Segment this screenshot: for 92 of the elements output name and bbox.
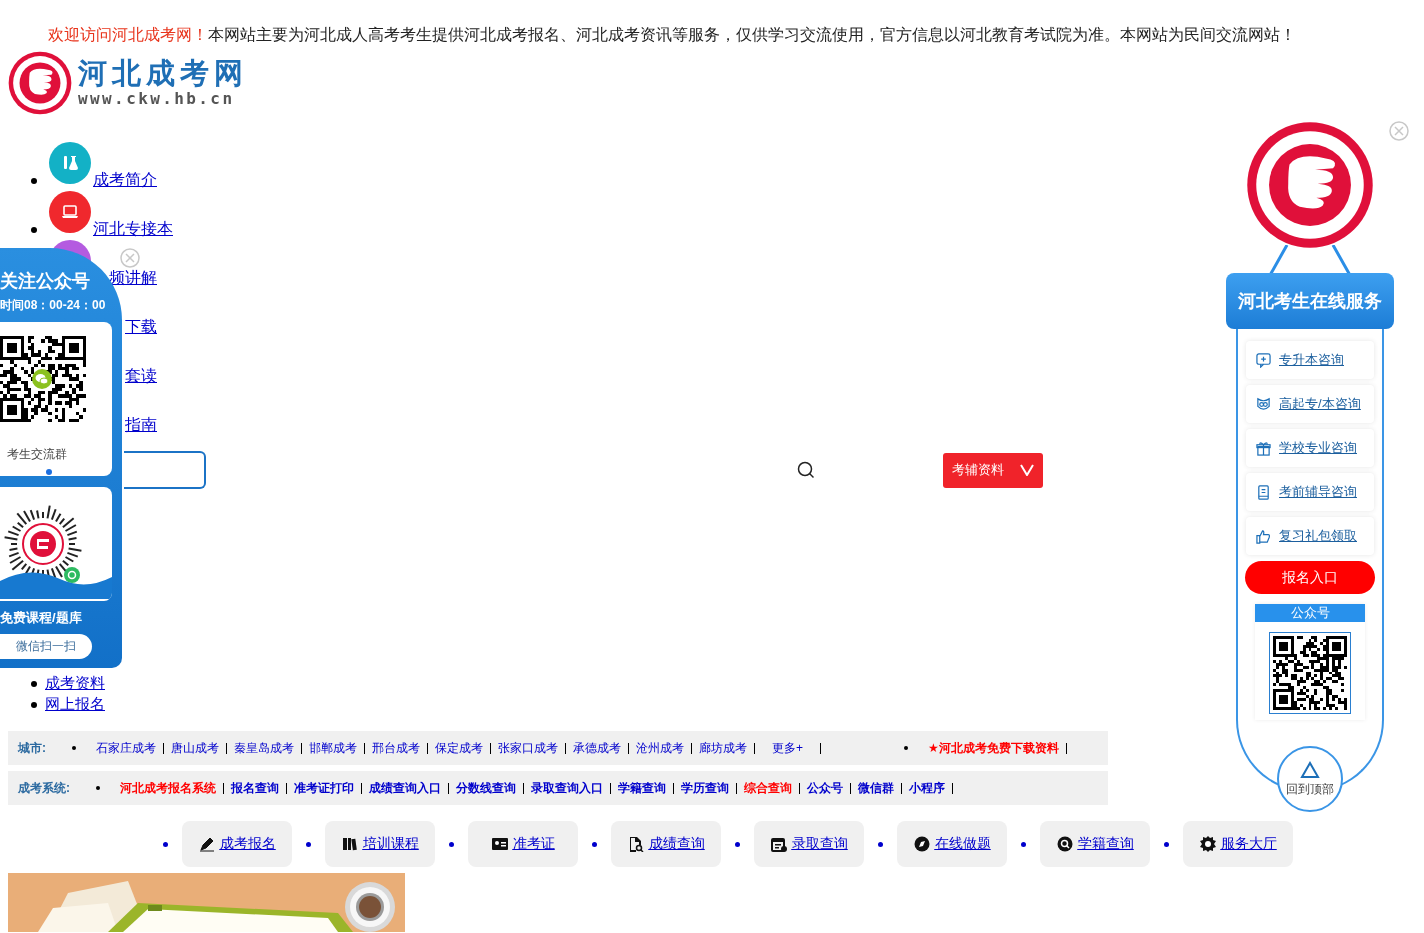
- materials-dropdown-button[interactable]: 考辅资料: [943, 452, 1043, 488]
- bullet-dot: [592, 841, 597, 847]
- city-link[interactable]: 沧州成考: [636, 739, 684, 757]
- system-link[interactable]: 河北成考报名系统: [120, 779, 216, 797]
- chevron-down-icon: [1020, 464, 1034, 476]
- bullet-dot: [31, 701, 37, 708]
- quick-link-button[interactable]: 成绩查询: [611, 821, 721, 867]
- chat-plus-icon: [1256, 352, 1271, 368]
- nav-link[interactable]: 河北专接本: [93, 219, 173, 239]
- emblem-icon: [1246, 121, 1374, 249]
- bullet-dot: [449, 841, 454, 847]
- pen-icon: [198, 836, 215, 852]
- site-title: 河北成考网: [78, 57, 248, 89]
- city-link[interactable]: 石家庄成考: [96, 739, 156, 757]
- quick-link-button[interactable]: 成考报名: [182, 821, 292, 867]
- nav-link[interactable]: 频讲解: [109, 268, 157, 288]
- bullet-dot: [306, 841, 311, 847]
- system-link[interactable]: 报名查询: [231, 779, 279, 797]
- service-link[interactable]: 学校专业咨询: [1246, 429, 1374, 467]
- nav-link[interactable]: 网上报名: [45, 695, 105, 714]
- signup-button[interactable]: 报名入口: [1245, 561, 1375, 594]
- more-link[interactable]: 更多+: [772, 739, 803, 757]
- compass-icon: [913, 836, 930, 852]
- city-link[interactable]: 邯郸成考: [309, 739, 357, 757]
- bullet-dot: [1021, 841, 1026, 847]
- system-link[interactable]: 小程序: [909, 779, 945, 797]
- calendar-icon: [770, 836, 787, 852]
- gear-icon: [1199, 836, 1216, 852]
- nav-link[interactable]: 成考资料: [45, 674, 105, 693]
- book-icon: [341, 836, 358, 852]
- nav-link[interactable]: 套读: [125, 366, 157, 386]
- system-link[interactable]: 学历查询: [681, 779, 729, 797]
- city-link[interactable]: 秦皇岛成考: [234, 739, 294, 757]
- back-to-top-button[interactable]: 回到顶部: [1277, 746, 1343, 812]
- service-link[interactable]: 专升本咨询: [1246, 341, 1374, 379]
- thumbs-up-icon: [1256, 528, 1271, 544]
- quick-link-button[interactable]: 服务大厅: [1183, 821, 1293, 867]
- bar-label: 城市:: [18, 739, 46, 757]
- triangle-icon: [1300, 760, 1320, 779]
- quick-link-button[interactable]: 培训课程: [325, 821, 435, 867]
- carousel-dot: [46, 469, 52, 475]
- system-link[interactable]: 分数线查询: [456, 779, 516, 797]
- system-link[interactable]: 学籍查询: [618, 779, 666, 797]
- panel-title: 河北考生在线服务: [1238, 290, 1382, 313]
- bar-label: 成考系统:: [18, 779, 70, 797]
- system-link[interactable]: 录取查询入口: [531, 779, 603, 797]
- system-link[interactable]: 微信群: [858, 779, 894, 797]
- qr-title: 公众号: [1255, 604, 1365, 622]
- owl-icon: [1256, 396, 1271, 412]
- book-icon: [1256, 484, 1271, 500]
- bullet-dot: [904, 746, 908, 750]
- bullet-dot: [878, 841, 883, 847]
- search-icon[interactable]: [797, 461, 815, 479]
- city-link[interactable]: 邢台成考: [372, 739, 420, 757]
- id-card-icon: [491, 836, 508, 852]
- nav-link[interactable]: 成考简介: [93, 170, 157, 190]
- emblem-icon: [8, 51, 72, 115]
- panel-title: 关注公众号: [0, 270, 90, 293]
- city-link[interactable]: 保定成考: [435, 739, 483, 757]
- quick-link-button[interactable]: 准考证: [468, 821, 578, 867]
- qr-caption: 考生交流群: [7, 446, 67, 463]
- service-link[interactable]: 复习礼包领取: [1246, 517, 1374, 555]
- bullet-dot: [163, 841, 168, 847]
- system-link[interactable]: 公众号: [807, 779, 843, 797]
- quick-link-button[interactable]: 学籍查询: [1040, 821, 1150, 867]
- service-hours: 时间08：00-24：00: [0, 297, 106, 314]
- site-url: www.ckw.hb.cn: [78, 89, 236, 109]
- system-link[interactable]: 综合查询: [744, 779, 792, 797]
- promo-link[interactable]: ★河北成考免费下载资料: [928, 739, 1059, 757]
- nav-link[interactable]: 下载: [125, 317, 157, 337]
- nav-link[interactable]: 指南: [125, 415, 157, 435]
- city-link[interactable]: 唐山成考: [171, 739, 219, 757]
- bullet-dot: [735, 841, 740, 847]
- notice-body: 本网站主要为河北成人高考考生提供河北成考报名、河北成考资讯等服务，仅供学习交流使用，官方信息以河北教育考试院为准。本网站为民间交流网站！: [208, 26, 1296, 43]
- search-icon: [1056, 836, 1073, 852]
- wechat-icon: [32, 369, 52, 389]
- document-search-icon: [627, 836, 644, 852]
- city-link[interactable]: 承德成考: [573, 739, 621, 757]
- city-link[interactable]: 廊坊成考: [699, 739, 747, 757]
- panel-caption: 免费课程/题库: [0, 609, 82, 627]
- bullet-dot: [1164, 841, 1169, 847]
- bullet-dot: [96, 786, 100, 790]
- quick-link-button[interactable]: 录取查询: [754, 821, 864, 867]
- city-link[interactable]: 张家口成考: [498, 739, 558, 757]
- system-link[interactable]: 准考证打印: [294, 779, 354, 797]
- search-field[interactable]: [124, 451, 206, 489]
- system-link[interactable]: 成绩查询入口: [369, 779, 441, 797]
- scan-button[interactable]: 微信扫一扫: [0, 634, 92, 659]
- gift-icon: [1256, 440, 1271, 456]
- bullet-dot: [72, 746, 76, 750]
- welcome-text: 欢迎访问河北成考网！: [48, 26, 208, 43]
- bullet-dot: [31, 680, 37, 687]
